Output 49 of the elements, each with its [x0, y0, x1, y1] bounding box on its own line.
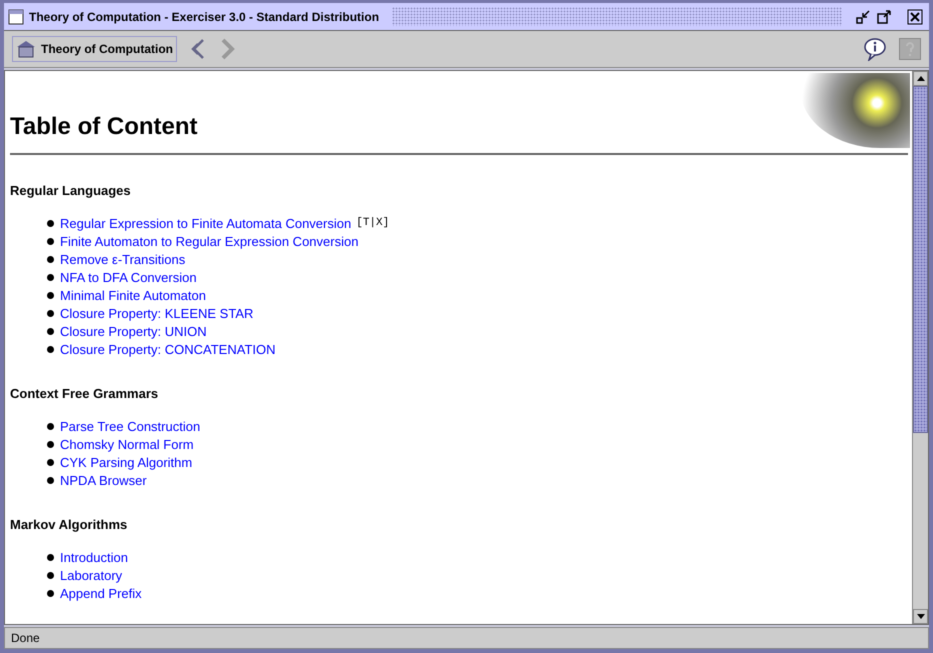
topic-link[interactable]: Finite Automaton to Regular Expression Conversion	[60, 234, 358, 248]
topic-link[interactable]: Closure Property: CONCATENATION	[60, 342, 276, 356]
bullet-icon	[47, 458, 54, 466]
topic-link[interactable]: NPDA Browser	[60, 472, 147, 488]
bullet-icon	[47, 292, 54, 298]
bullet-icon	[47, 256, 54, 262]
topic-link[interactable]: CYK Parsing Algorithm	[60, 454, 192, 470]
maximize-icon[interactable]	[876, 8, 892, 24]
topic-link[interactable]: Laboratory	[60, 568, 122, 582]
bullet-icon	[47, 220, 54, 226]
bullet-icon	[47, 440, 54, 448]
bullet-icon	[47, 422, 54, 430]
scrollbar[interactable]	[912, 71, 928, 624]
section-heading: Markov Algorithms	[10, 517, 128, 532]
topic-link[interactable]: Append Prefix	[60, 586, 142, 600]
section-heading: Context Free Grammars	[10, 386, 160, 401]
bullet-icon	[47, 346, 54, 352]
scroll-thumb[interactable]	[913, 86, 928, 433]
scroll-up-button[interactable]	[913, 71, 928, 86]
bullet-icon	[47, 274, 54, 280]
topic-link[interactable]: Closure Property: KLEENE STAR	[60, 306, 254, 320]
close-icon[interactable]	[907, 8, 923, 24]
bullet-icon	[47, 328, 54, 334]
topic-link[interactable]: Minimal Finite Automaton	[60, 288, 206, 302]
topic-link[interactable]: Remove ε-Transitions	[60, 252, 186, 266]
topic-link[interactable]: Regular Expression to Finite Automata Conversion	[60, 216, 352, 230]
scroll-down-button[interactable]	[913, 609, 928, 624]
window-title: Theory of Computation - Exerciser 3.0 - Standard Distribution	[29, 10, 380, 24]
info-bubble-icon[interactable]	[863, 37, 887, 61]
back-arrow-icon[interactable]	[189, 38, 207, 60]
topic-link[interactable]: Chomsky Normal Form	[60, 436, 194, 452]
bullet-icon	[47, 476, 54, 484]
bullet-icon	[47, 554, 54, 560]
section-heading: Regular Languages	[10, 183, 132, 198]
page-title: Table of Content	[10, 112, 199, 142]
topic-link[interactable]: NFA to DFA Conversion	[60, 270, 197, 284]
bullet-icon	[47, 238, 54, 244]
topic-link[interactable]: Parse Tree Construction	[60, 418, 200, 434]
bullet-icon	[47, 572, 54, 578]
house-icon	[16, 40, 36, 58]
status-text: Done	[11, 631, 40, 645]
minimize-icon[interactable]	[855, 8, 871, 24]
topic-link[interactable]: Closure Property: UNION	[60, 324, 207, 338]
topic-link[interactable]: Introduction	[60, 550, 128, 564]
bullet-icon	[47, 310, 54, 316]
format-tag: [T|X]	[356, 217, 390, 229]
home-button[interactable]: Theory of Computation	[12, 36, 177, 62]
window-icon	[8, 8, 24, 24]
bullet-icon	[47, 590, 54, 596]
